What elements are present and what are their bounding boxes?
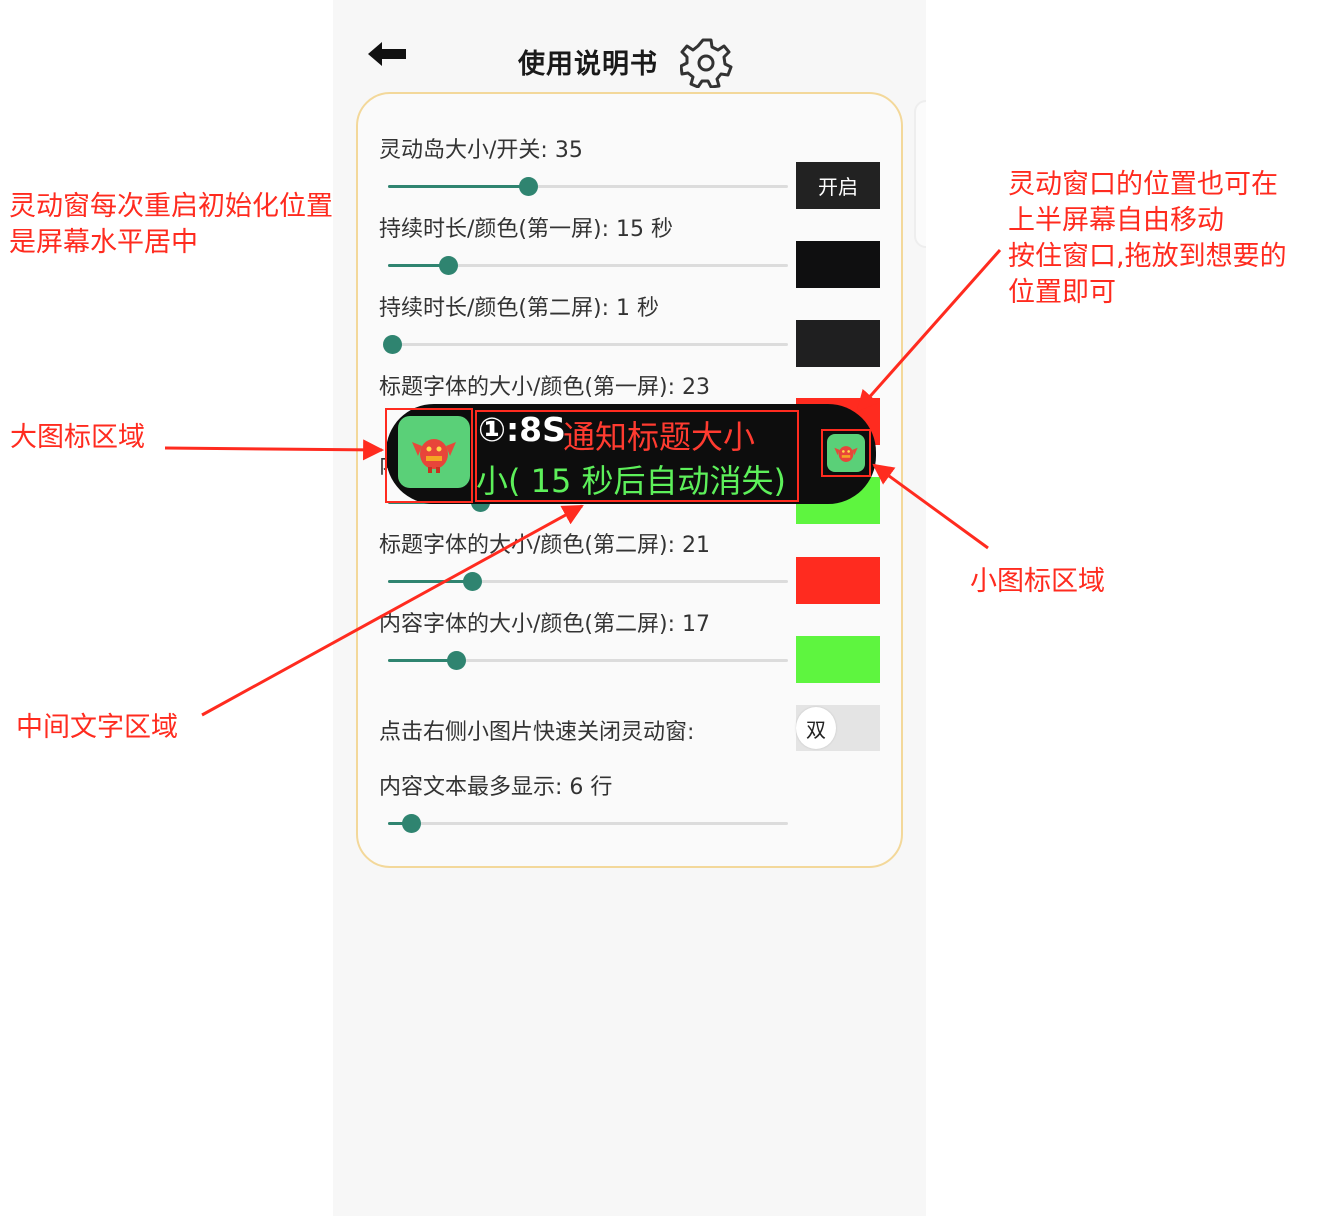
move-note-line4: 位置即可	[1008, 277, 1116, 308]
content-font-screen2-slider[interactable]	[388, 651, 788, 670]
settings-button[interactable]	[679, 36, 734, 89]
slider-thumb[interactable]	[447, 651, 466, 670]
slider-thumb[interactable]	[439, 256, 458, 275]
slider-thumb[interactable]	[383, 335, 402, 354]
move-note-line3: 按住窗口,拖放到想要的	[1008, 241, 1287, 272]
max-lines-label: 内容文本最多显示: 6 行	[379, 775, 613, 800]
move-note-line2: 上半屏幕自由移动	[1008, 205, 1224, 236]
small-icon-highlight-box	[821, 429, 871, 477]
big-icon-area-label: 大图标区域	[10, 422, 145, 453]
quick-close-label: 点击右侧小图片快速关闭灵动窗:	[379, 720, 695, 745]
slider-thumb[interactable]	[463, 572, 482, 591]
reset-position-note: 灵动窗每次重启初始化位置 是屏幕水平居中	[9, 189, 333, 261]
screenshot-stage: 使用说明书 灵动岛大小/开关: 35 开启 持续时长/颜色(第一屏): 15 秒…	[0, 0, 1344, 1216]
reset-note-line2: 是屏幕水平居中	[9, 227, 198, 258]
title-color-screen2-swatch[interactable]	[796, 557, 880, 604]
quick-close-switch[interactable]: 双	[796, 705, 880, 751]
island-size-label: 灵动岛大小/开关: 35	[379, 138, 583, 163]
duration-screen2-label: 持续时长/颜色(第二屏): 1 秒	[379, 296, 659, 321]
slider-fill	[388, 580, 472, 583]
content-font-screen2-label: 内容字体的大小/颜色(第二屏): 17	[379, 612, 710, 637]
duration-screen2-slider[interactable]	[383, 335, 788, 354]
move-window-note: 灵动窗口的位置也可在 上半屏幕自由移动 按住窗口,拖放到想要的 位置即可	[1008, 167, 1287, 311]
small-icon-area-label: 小图标区域	[970, 566, 1105, 597]
slider-thumb[interactable]	[402, 814, 421, 833]
next-card-edge	[914, 100, 926, 248]
middle-text-area-label: 中间文字区域	[16, 712, 178, 743]
reset-note-line1: 灵动窗每次重启初始化位置	[9, 191, 333, 222]
slider-fill	[388, 185, 528, 188]
page-title: 使用说明书	[518, 49, 658, 80]
move-note-line1: 灵动窗口的位置也可在	[1008, 169, 1278, 200]
content-color-screen2-swatch[interactable]	[796, 636, 880, 683]
slider-fill	[388, 659, 456, 662]
middle-text-highlight-box	[475, 410, 799, 502]
duration-screen1-label: 持续时长/颜色(第一屏): 15 秒	[379, 217, 673, 242]
slider-thumb[interactable]	[519, 177, 538, 196]
max-lines-slider[interactable]	[388, 814, 788, 833]
title-font-screen2-slider[interactable]	[388, 572, 788, 591]
bg-color-screen2-swatch[interactable]	[796, 320, 880, 367]
title-font-screen1-label: 标题字体的大小/颜色(第一屏): 23	[379, 375, 710, 400]
island-size-slider[interactable]	[388, 177, 788, 196]
arrow-left-icon	[368, 42, 406, 66]
back-button[interactable]	[364, 36, 410, 72]
title-font-screen2-label: 标题字体的大小/颜色(第二屏): 21	[379, 533, 710, 558]
gear-icon	[679, 38, 733, 89]
duration-screen1-slider[interactable]	[388, 256, 788, 275]
switch-knob: 双	[796, 707, 836, 749]
big-icon-highlight-box	[385, 408, 473, 503]
island-toggle-button[interactable]: 开启	[796, 162, 880, 209]
bg-color-screen1-swatch[interactable]	[796, 241, 880, 288]
